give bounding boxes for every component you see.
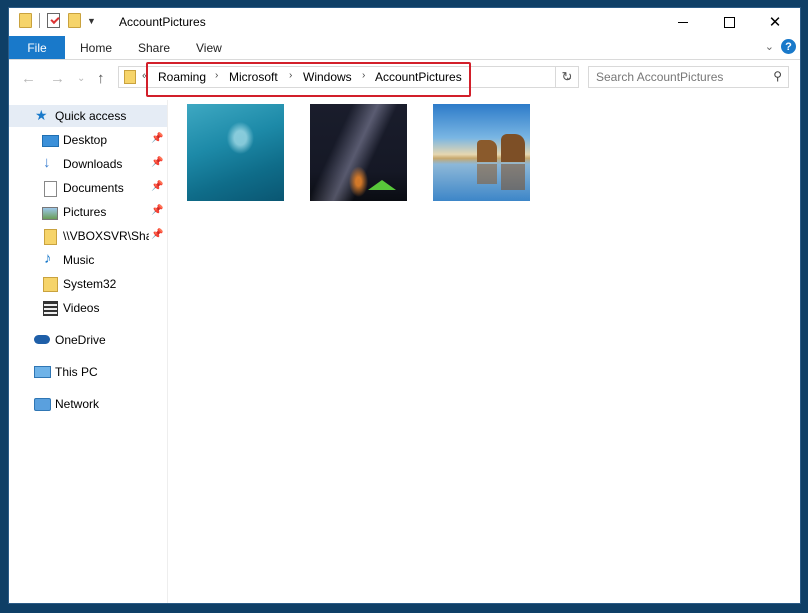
- network-icon: [34, 398, 51, 411]
- tab-view[interactable]: View: [196, 41, 222, 55]
- sidebar-item-label: This PC: [55, 365, 98, 379]
- sidebar-item-label: Downloads: [63, 157, 123, 171]
- properties-icon[interactable]: [47, 13, 60, 28]
- breadcrumb-highlight: [146, 62, 471, 97]
- sidebar-item-vboxsvr-share[interactable]: \\VBOXSVR\Shar 📌: [9, 225, 167, 247]
- sidebar-item-label: Videos: [63, 301, 100, 315]
- pin-icon[interactable]: 📌: [151, 229, 163, 240]
- expand-ribbon-icon[interactable]: ⌄: [765, 40, 774, 53]
- tab-file-label: File: [27, 40, 47, 55]
- search-placeholder: Search AccountPictures: [596, 70, 724, 84]
- video-icon: [43, 301, 58, 316]
- pin-icon[interactable]: 📌: [151, 205, 163, 216]
- sidebar-item-label: System32: [63, 277, 117, 291]
- folder-icon: [124, 70, 136, 84]
- sidebar-item-label: Documents: [63, 181, 124, 195]
- beach-rocks-thumbnail[interactable]: [433, 104, 530, 201]
- new-folder-icon[interactable]: [68, 13, 81, 28]
- pin-icon[interactable]: 📌: [151, 133, 163, 144]
- navigation-pane: ★ Quick access Desktop 📌 ↓ Downloads 📌 D…: [9, 100, 168, 603]
- sidebar-item-this-pc[interactable]: This PC: [9, 361, 167, 383]
- sidebar-item-network[interactable]: Network: [9, 393, 167, 415]
- sidebar-item-label: \\VBOXSVR\Shar: [63, 229, 149, 243]
- maximize-icon: [723, 16, 735, 28]
- rock-shape: [477, 140, 497, 162]
- star-icon: ★: [35, 107, 48, 123]
- pc-icon: [34, 366, 51, 378]
- night-sky-thumbnail[interactable]: [310, 104, 407, 201]
- quick-access-toolbar: ▼: [19, 13, 96, 28]
- ribbon-tabs: File Home Share View ⌄ ?: [9, 36, 800, 60]
- document-icon: [44, 181, 57, 197]
- sidebar-item-label: Music: [63, 253, 95, 267]
- reflection-shape: [477, 164, 497, 184]
- back-button[interactable]: ←: [21, 70, 36, 87]
- recent-locations-icon[interactable]: ⌄: [77, 73, 85, 84]
- music-icon: ♪: [44, 250, 52, 267]
- reflection-shape: [501, 164, 525, 190]
- customize-toolbar-arrow-icon[interactable]: ▼: [87, 16, 96, 26]
- search-input[interactable]: Search AccountPictures ⚲: [588, 66, 789, 88]
- pin-icon[interactable]: 📌: [151, 181, 163, 192]
- onedrive-icon: [34, 335, 50, 344]
- refresh-button[interactable]: ↻: [555, 66, 578, 88]
- tab-file[interactable]: File: [9, 36, 65, 59]
- sidebar-item-label: Pictures: [63, 205, 107, 219]
- sidebar-item-videos[interactable]: Videos: [9, 297, 167, 319]
- help-icon[interactable]: ?: [781, 39, 796, 54]
- sidebar-item-quick-access[interactable]: ★ Quick access: [9, 105, 167, 127]
- sidebar-item-label: Quick access: [55, 109, 127, 123]
- minimize-icon: [678, 21, 688, 23]
- close-button[interactable]: ✕: [752, 8, 798, 36]
- sidebar-item-pictures[interactable]: Pictures 📌: [9, 201, 167, 223]
- tent-shape: [368, 180, 396, 190]
- desktop-icon: [42, 135, 59, 147]
- sidebar-item-label: Network: [55, 397, 100, 411]
- title-bar: ▼ AccountPictures ✕: [9, 8, 800, 36]
- forward-button[interactable]: →: [50, 70, 65, 87]
- folder-icon: [43, 277, 58, 292]
- search-icon[interactable]: ⚲: [773, 69, 782, 83]
- up-button[interactable]: ↑: [97, 70, 105, 87]
- maximize-button[interactable]: [706, 8, 752, 36]
- file-explorer-window: ▼ AccountPictures ✕ File Home Share View…: [8, 7, 801, 604]
- window-title: AccountPictures: [119, 15, 206, 29]
- sidebar-item-system32[interactable]: System32: [9, 273, 167, 295]
- sidebar-item-documents[interactable]: Documents 📌: [9, 177, 167, 199]
- tab-home[interactable]: Home: [80, 41, 112, 55]
- sidebar-item-desktop[interactable]: Desktop 📌: [9, 129, 167, 151]
- download-icon: ↓: [43, 154, 51, 171]
- sidebar-item-label: OneDrive: [55, 333, 106, 347]
- tab-share[interactable]: Share: [138, 41, 170, 55]
- rock-shape: [501, 134, 525, 162]
- pin-icon[interactable]: 📌: [151, 157, 163, 168]
- pictures-icon: [42, 207, 58, 220]
- sidebar-item-label: Desktop: [63, 133, 108, 147]
- sidebar-item-downloads[interactable]: ↓ Downloads 📌: [9, 153, 167, 175]
- network-share-icon: [44, 229, 57, 245]
- sidebar-item-music[interactable]: ♪ Music: [9, 249, 167, 271]
- minimize-button[interactable]: [660, 8, 706, 36]
- refresh-icon: ↻: [561, 69, 573, 84]
- sidebar-item-onedrive[interactable]: OneDrive: [9, 329, 167, 351]
- underwater-thumbnail[interactable]: [187, 104, 284, 201]
- toolbar-separator: [39, 13, 40, 28]
- close-icon: ✕: [768, 14, 782, 31]
- folder-icon[interactable]: [19, 13, 32, 28]
